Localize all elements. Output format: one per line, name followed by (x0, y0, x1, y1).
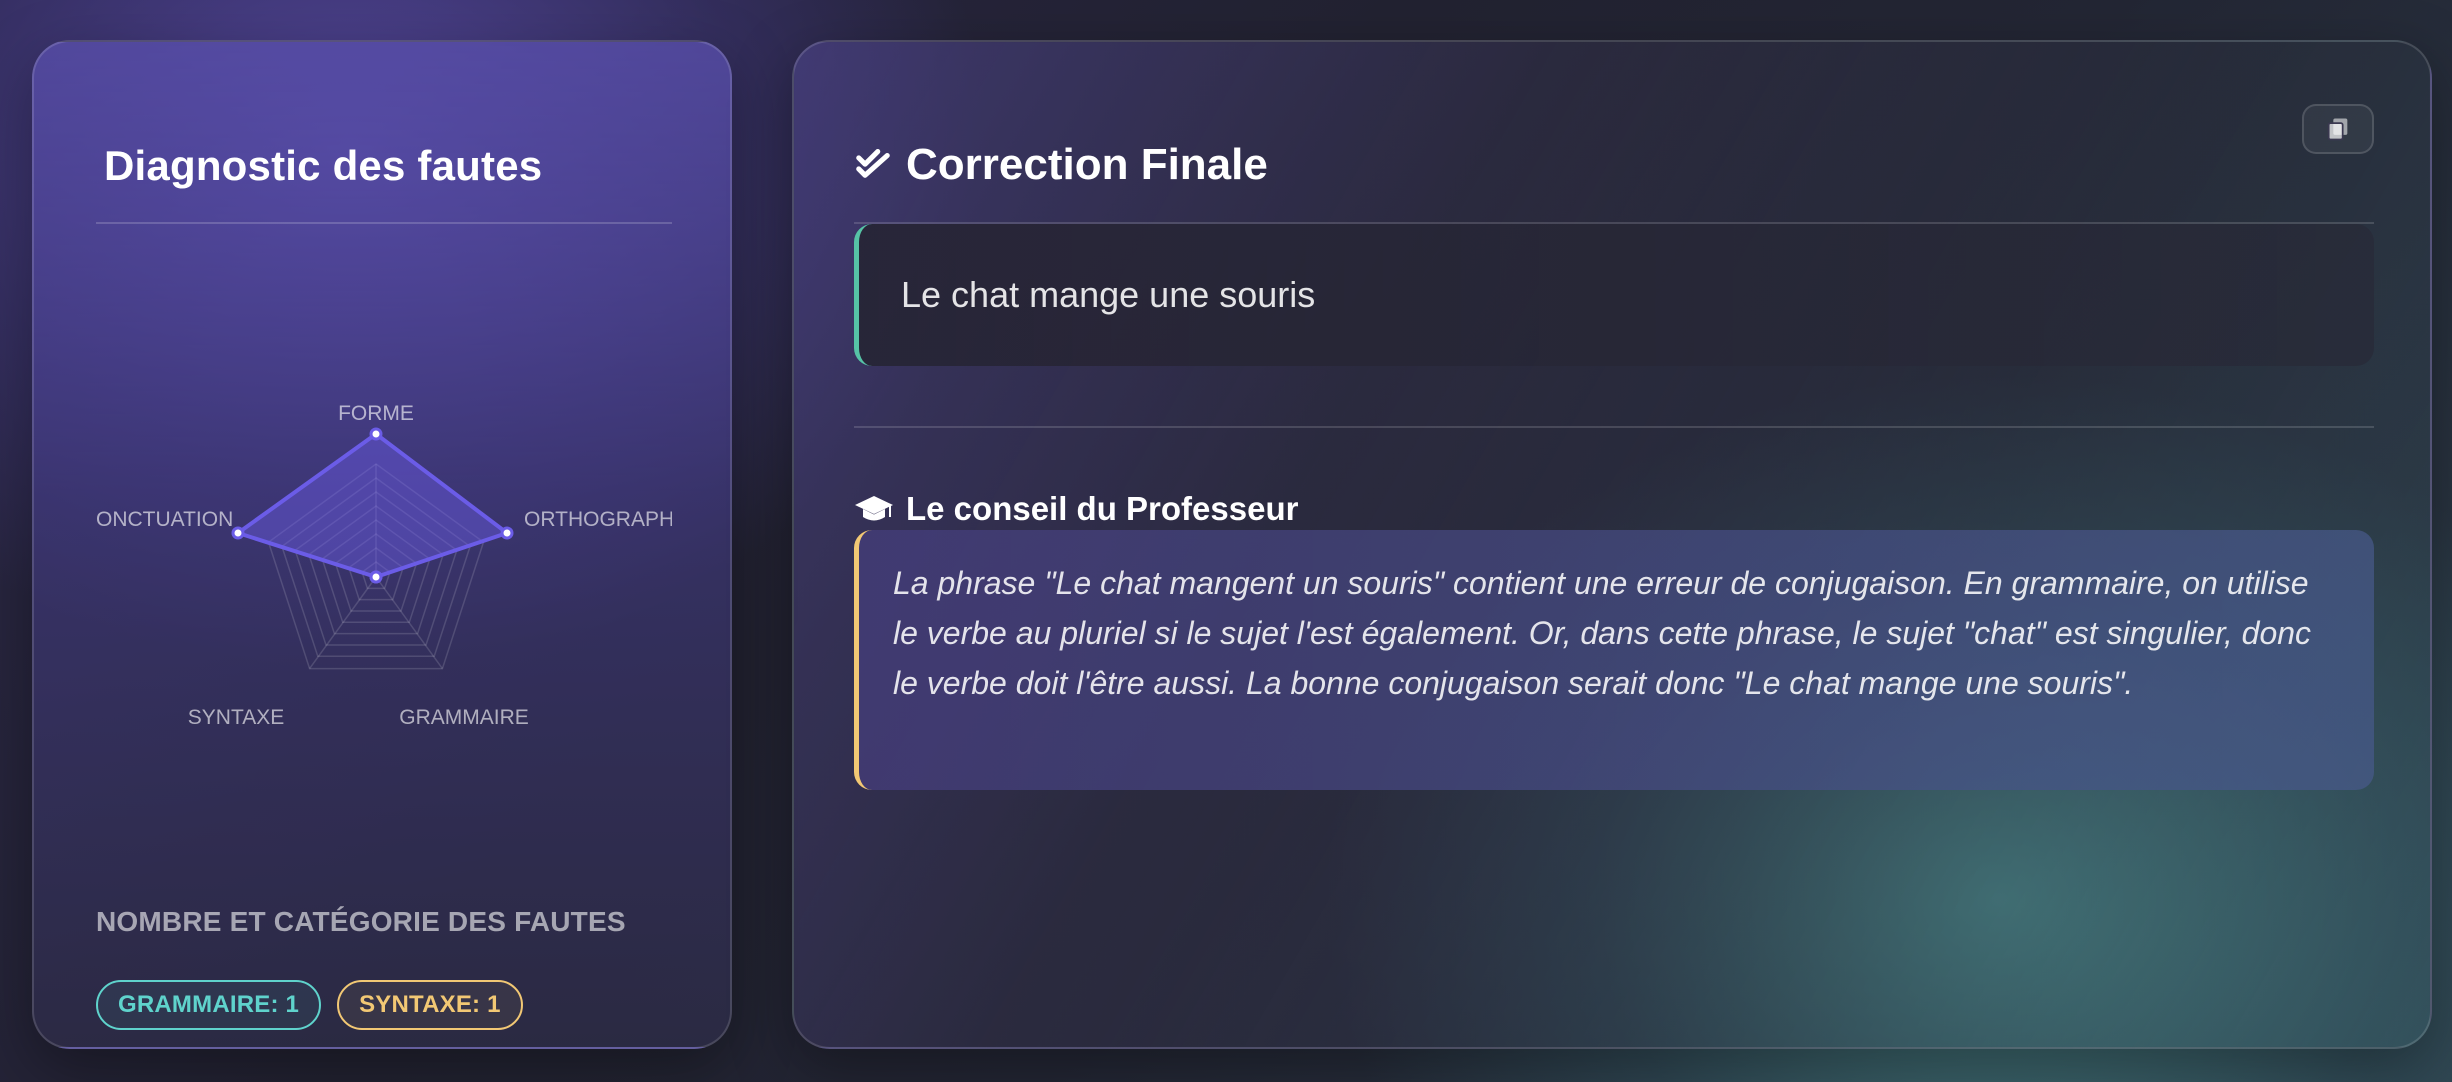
tip-text: La phrase "Le chat mangent un souris" co… (854, 530, 2374, 790)
copy-icon (2327, 118, 2348, 141)
tip-header: Le conseil du Professeur (854, 490, 1298, 528)
divider (854, 426, 2374, 428)
radar-label-ponctuation: ONCTUATION (96, 508, 233, 531)
badge-grammaire: GRAMMAIRE: 1 (96, 980, 322, 1030)
correction-header: Correction Finale (854, 140, 1268, 190)
radar-point-syntaxe (369, 570, 383, 584)
radar-label-grammaire: GRAMMAIRE (399, 706, 529, 729)
radar-point-forme (369, 427, 383, 441)
diagnostic-title: Diagnostic des fautes (104, 142, 543, 189)
graduation-cap-icon (855, 496, 893, 521)
double-check-icon (856, 149, 890, 178)
radar-label-orthographe: ORTHOGRAPH (524, 508, 672, 531)
radar-label-syntaxe: SYNTAXE (188, 706, 284, 729)
error-badges: GRAMMAIRE: 1 SYNTAXE: 1 (96, 980, 523, 1030)
radar-point-orthographe (500, 526, 514, 540)
corrected-sentence: Le chat mange une souris (854, 224, 2374, 366)
copy-button[interactable] (2302, 104, 2374, 154)
correction-title: Correction Finale (906, 140, 1268, 189)
correction-card: Correction Finale Le chat mange une sour… (792, 40, 2432, 1049)
diagnostic-card: Diagnostic des fautes FORME ORTHOGRAPH G… (32, 40, 732, 1049)
divider (96, 222, 672, 224)
error-radar-chart: FORME ORTHOGRAPH GRAMMAIRE SYNTAXE ONCTU… (96, 402, 672, 729)
error-counts-heading: NOMBRE ET CATÉGORIE DES FAUTES (96, 906, 626, 937)
radar-label-forme: FORME (338, 402, 414, 425)
tip-title: Le conseil du Professeur (906, 490, 1299, 527)
radar-point-ponctuation (231, 526, 245, 540)
badge-syntaxe: SYNTAXE: 1 (337, 980, 523, 1030)
